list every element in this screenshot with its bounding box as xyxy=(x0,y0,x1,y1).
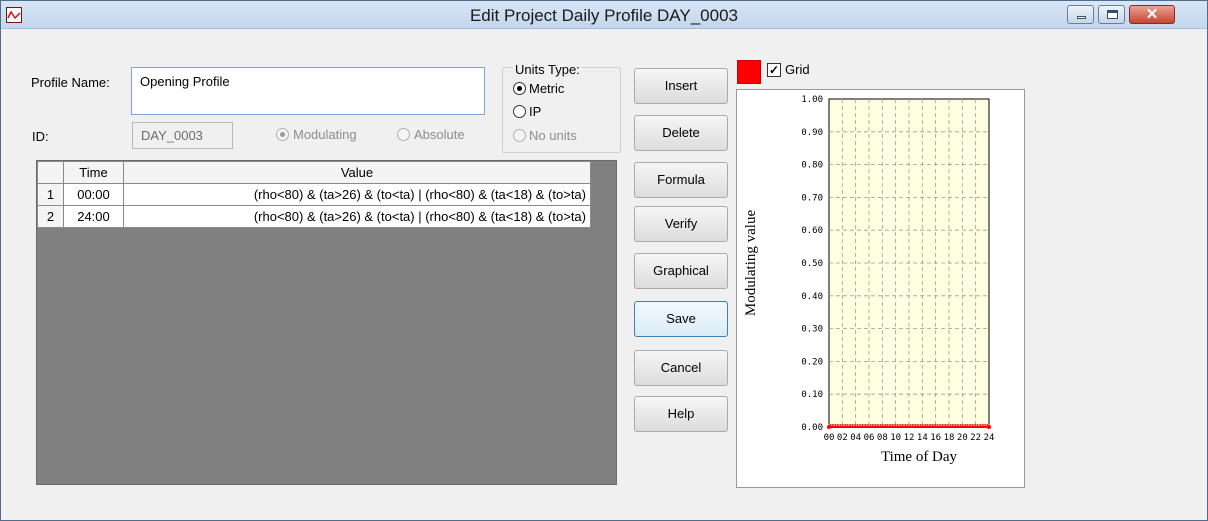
id-label: ID: xyxy=(32,129,49,144)
close-icon: ✕ xyxy=(1145,6,1159,23)
close-button[interactable]: ✕ xyxy=(1129,5,1175,24)
x-tick-label: 04 xyxy=(850,433,861,443)
profile-data-grid[interactable]: Time Value 1 00:00 (rho<80) & (ta>26) & … xyxy=(36,160,617,485)
absolute-label: Absolute xyxy=(414,127,465,142)
metric-label: Metric xyxy=(529,81,565,96)
line-color-swatch[interactable] xyxy=(737,60,761,84)
dialog-window: Edit Project Daily Profile DAY_0003 ✕ Pr… xyxy=(0,0,1208,521)
table-row[interactable]: 2 24:00 (rho<80) & (ta>26) & (to<ta) | (… xyxy=(37,205,591,228)
x-tick-label: 16 xyxy=(930,433,941,443)
x-tick-label: 10 xyxy=(890,433,901,443)
y-tick-label: 0.10 xyxy=(801,390,823,400)
x-tick-label: 22 xyxy=(970,433,981,443)
modulating-radio[interactable] xyxy=(276,128,289,141)
window-title: Edit Project Daily Profile DAY_0003 xyxy=(469,6,739,25)
graphical-button[interactable]: Graphical xyxy=(634,253,728,289)
no-units-radio[interactable] xyxy=(513,129,526,142)
profile-chart: 00 02 04 06 08 10 12 14 16 18 20 22 24 0.00 0.10 0.20 0.… xyxy=(743,95,995,465)
x-tick-label: 20 xyxy=(957,433,968,443)
x-tick-label: 02 xyxy=(837,433,848,443)
x-tick-label: 14 xyxy=(917,433,928,443)
delete-button[interactable]: Delete xyxy=(634,115,728,151)
x-tick-label: 18 xyxy=(944,433,955,443)
y-axis-title: Modulating value xyxy=(743,210,759,317)
y-tick-label: 0.30 xyxy=(801,325,823,335)
no-units-label: No units xyxy=(529,128,577,143)
y-tick-label: 1.00 xyxy=(801,95,823,105)
y-tick-label: 0.50 xyxy=(801,259,823,269)
y-tick-label: 0.80 xyxy=(801,161,823,171)
time-cell[interactable]: 24:00 xyxy=(63,205,124,228)
time-column-header: Time xyxy=(63,161,124,184)
profile-table: Time Value 1 00:00 (rho<80) & (ta>26) & … xyxy=(37,161,591,228)
x-tick-label: 24 xyxy=(984,433,995,443)
formula-button[interactable]: Formula xyxy=(634,162,728,198)
y-tick-label: 0.40 xyxy=(801,292,823,302)
value-cell[interactable]: (rho<80) & (ta>26) & (to<ta) | (rho<80) … xyxy=(123,183,591,206)
grid-label: Grid xyxy=(785,62,810,77)
id-field: DAY_0003 xyxy=(132,122,233,149)
row-number-header xyxy=(37,161,64,184)
x-tick-label: 00 xyxy=(824,433,835,443)
minimize-button[interactable] xyxy=(1067,5,1094,24)
x-tick-label: 08 xyxy=(877,433,888,443)
verify-button[interactable]: Verify xyxy=(634,206,728,242)
absolute-radio[interactable] xyxy=(397,128,410,141)
row-number: 2 xyxy=(37,205,64,228)
profile-chart-panel: 00 02 04 06 08 10 12 14 16 18 20 22 24 0.00 0.10 0.20 0.… xyxy=(736,89,1025,488)
metric-radio[interactable] xyxy=(513,82,526,95)
maximize-button[interactable] xyxy=(1098,5,1125,24)
modulating-label: Modulating xyxy=(293,127,357,142)
value-cell[interactable]: (rho<80) & (ta>26) & (to<ta) | (rho<80) … xyxy=(123,205,591,228)
y-tick-label: 0.90 xyxy=(801,128,823,138)
table-row[interactable]: 1 00:00 (rho<80) & (ta>26) & (to<ta) | (… xyxy=(37,183,591,206)
help-button[interactable]: Help xyxy=(634,396,728,432)
y-tick-label: 0.00 xyxy=(801,423,823,433)
grid-checkbox[interactable]: ✓ xyxy=(767,63,781,77)
ip-radio[interactable] xyxy=(513,105,526,118)
units-type-title: Units Type: xyxy=(513,62,582,77)
x-tick-label: 06 xyxy=(864,433,875,443)
y-tick-label: 0.20 xyxy=(801,357,823,367)
x-axis-title: Time of Day xyxy=(881,449,958,465)
value-column-header: Value xyxy=(123,161,591,184)
profile-name-label: Profile Name: xyxy=(31,75,110,90)
row-number: 1 xyxy=(37,183,64,206)
profile-name-input[interactable]: Opening Profile xyxy=(131,67,485,115)
title-bar[interactable]: Edit Project Daily Profile DAY_0003 ✕ xyxy=(1,1,1207,29)
y-tick-label: 0.70 xyxy=(801,193,823,203)
save-button[interactable]: Save xyxy=(634,301,728,337)
x-tick-label: 12 xyxy=(904,433,915,443)
time-cell[interactable]: 00:00 xyxy=(63,183,124,206)
minimize-icon xyxy=(1077,16,1086,19)
y-tick-label: 0.60 xyxy=(801,226,823,236)
ip-label: IP xyxy=(529,104,542,119)
table-header-row: Time Value xyxy=(37,161,591,184)
cancel-button[interactable]: Cancel xyxy=(634,350,728,386)
insert-button[interactable]: Insert xyxy=(634,68,728,104)
maximize-icon xyxy=(1107,10,1118,19)
